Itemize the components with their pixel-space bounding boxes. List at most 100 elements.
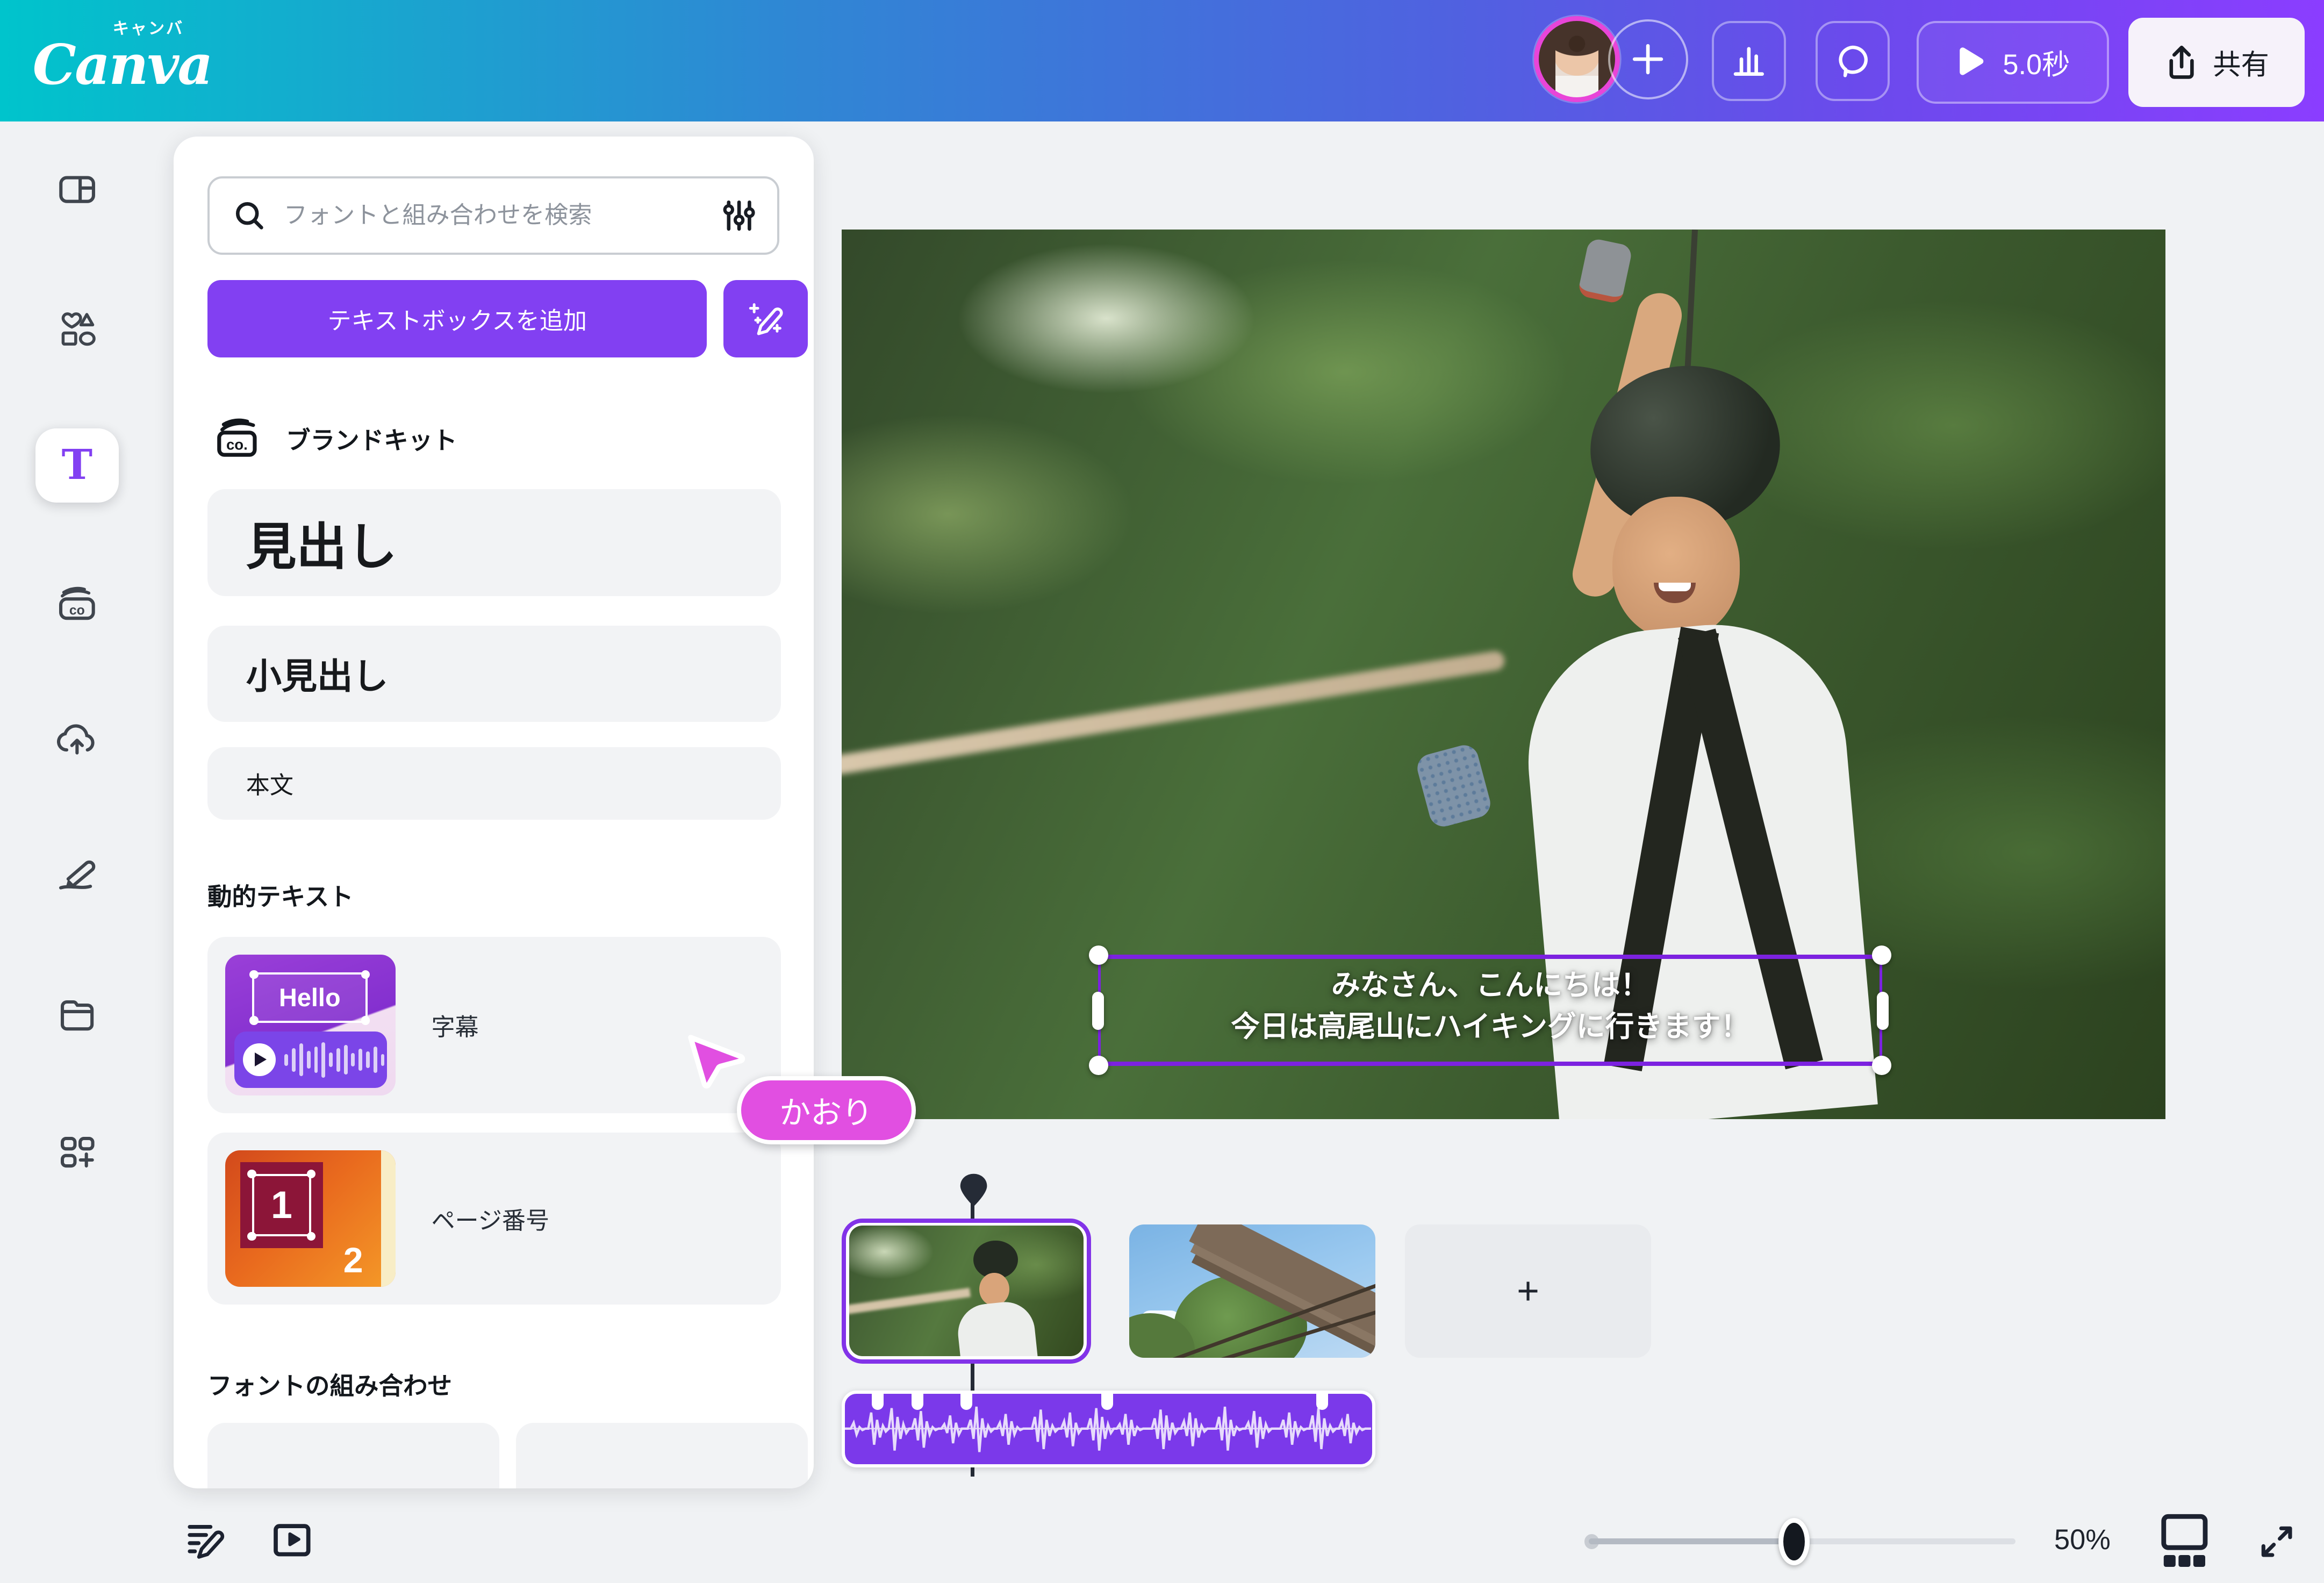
sidebar-item-draw[interactable] (35, 839, 118, 913)
subtitle-textbox[interactable]: みなさん、こんにちは！ 今日は高尾山にハイキングに行きます！ (1098, 955, 1882, 1066)
plus-icon: + (1517, 1269, 1539, 1313)
dynamic-text-item-page-numbers[interactable]: 1 2 ページ番号 (207, 1133, 781, 1305)
svg-text:co.: co. (226, 436, 248, 453)
subtitle-text: みなさん、こんにちは！ 今日は高尾山にハイキングに行きます！ (1101, 965, 1880, 1048)
sidebar-item-text[interactable]: T (35, 428, 118, 503)
sidebar: T co (0, 121, 154, 1583)
brand-kit-icon: co. (212, 413, 265, 464)
sidebar-item-projects[interactable] (35, 978, 118, 1052)
share-upload-icon (2164, 43, 2199, 82)
audio-track[interactable] (842, 1391, 1375, 1467)
face-shape (1612, 497, 1740, 639)
add-member-button[interactable] (1608, 19, 1688, 99)
brand-icon: co (55, 583, 99, 624)
add-clip-button[interactable]: + (1405, 1224, 1651, 1358)
sidebar-item-elements[interactable] (35, 292, 118, 366)
present-button[interactable] (270, 1518, 314, 1563)
brand-style-subheading-label: 小見出し (246, 648, 389, 699)
play-duration: 5.0秒 (2003, 42, 2070, 83)
sidebar-item-uploads[interactable] (35, 703, 118, 777)
magic-write-button[interactable] (723, 280, 808, 357)
avatar[interactable] (1534, 16, 1620, 102)
elements-icon (56, 309, 98, 350)
top-bar: キャンバ Canva 5.0秒 (0, 0, 2324, 121)
draw-icon (55, 855, 99, 897)
audio-bar-shape (234, 1032, 387, 1088)
clip-1-thumbnail (849, 1226, 1084, 1356)
apps-icon (56, 1133, 98, 1174)
zipline-cable-shape (842, 650, 1506, 778)
pages-view-button[interactable] (2156, 1512, 2213, 1571)
font-combinations-heading: フォントの組み合わせ (207, 1366, 452, 1402)
share-label: 共有 (2213, 42, 2269, 83)
comment-bubble-icon (1833, 41, 1872, 80)
comments-button[interactable] (1816, 21, 1890, 101)
selection-handle-right[interactable] (1877, 992, 1889, 1030)
zoom-slider-fill (1589, 1538, 1795, 1544)
page-numbers-thumbnail: 1 2 (225, 1150, 396, 1287)
sidebar-item-design[interactable] (35, 153, 118, 227)
font-combination-tile[interactable] (207, 1423, 499, 1488)
dynamic-text-heading: 動的テキスト (207, 877, 354, 913)
notes-button[interactable] (184, 1518, 228, 1563)
zoom-level[interactable]: 50% (2054, 1524, 2111, 1556)
projects-icon (56, 996, 98, 1035)
sidebar-item-apps[interactable] (35, 1116, 118, 1190)
selection-handle-top-right[interactable] (1872, 945, 1891, 965)
timeline-clip-2[interactable] (1129, 1224, 1375, 1358)
insights-button[interactable] (1712, 21, 1786, 101)
brand-style-body[interactable]: 本文 (207, 747, 781, 820)
brand-style-heading[interactable]: 見出し (207, 489, 781, 596)
collaborator-name-tag: かおり (737, 1076, 916, 1144)
subtitle-line-2: 今日は高尾山にハイキングに行きます！ (1101, 1006, 1880, 1048)
hello-sample-textbox: Hello (252, 972, 368, 1023)
brand-kit-header[interactable]: co. ブランドキット (212, 413, 457, 464)
svg-text:co: co (69, 603, 85, 618)
present-icon (270, 1518, 314, 1563)
selection-handle-left[interactable] (1092, 992, 1104, 1030)
timeline-clip-1-selected[interactable] (842, 1219, 1091, 1364)
dynamic-text-item-subtitles[interactable]: Hello 字幕 (207, 937, 781, 1113)
sidebar-item-brand[interactable]: co (35, 566, 118, 640)
pages-grid-icon (2156, 1512, 2213, 1571)
play-icon (1955, 46, 1985, 78)
text-panel: テキストボックスを追加 co. ブランドキット 見出し 小見出し 本文 動的テキ… (174, 137, 814, 1488)
notes-icon (184, 1518, 228, 1563)
add-textbox-label: テキストボックスを追加 (327, 302, 587, 336)
canva-editor: キャンバ Canva 5.0秒 (0, 0, 2324, 1583)
font-combination-tile[interactable] (516, 1423, 808, 1488)
page-numbers-label: ページ番号 (431, 1201, 549, 1236)
play-button[interactable]: 5.0秒 (1917, 21, 2109, 104)
uploads-icon (55, 720, 99, 759)
design-icon (56, 169, 98, 210)
selection-handle-bottom-left[interactable] (1089, 1056, 1108, 1075)
text-icon: T (62, 445, 92, 486)
search-input[interactable] (284, 202, 721, 229)
font-search[interactable] (207, 176, 779, 255)
brand-style-body-label: 本文 (246, 766, 293, 800)
collaborator-name: かおり (779, 1087, 873, 1133)
search-icon (233, 199, 266, 232)
brand-style-subheading[interactable]: 小見出し (207, 626, 781, 722)
subtitle-line-1: みなさん、こんにちは！ (1101, 965, 1880, 1006)
magic-write-icon (746, 299, 785, 338)
logo-wordmark: Canva (33, 33, 212, 97)
share-button[interactable]: 共有 (2128, 18, 2305, 106)
page-number-2-text: 2 (343, 1240, 363, 1281)
subtitles-thumbnail: Hello (225, 955, 396, 1095)
brand-kit-heading: ブランドキット (286, 421, 457, 456)
subtitles-label: 字幕 (431, 1008, 478, 1042)
play-circle-icon (243, 1043, 276, 1076)
zoom-slider[interactable] (1589, 1538, 2015, 1544)
hello-sample-text: Hello (279, 983, 341, 1012)
selection-handle-top-left[interactable] (1089, 945, 1108, 965)
canva-logo[interactable]: キャンバ Canva (33, 12, 225, 110)
add-textbox-button[interactable]: テキストボックスを追加 (207, 280, 707, 357)
selection-handle-bottom-right[interactable] (1872, 1056, 1891, 1075)
glove-shape (1414, 742, 1494, 829)
zoom-slider-thumb[interactable] (1778, 1518, 1810, 1565)
brand-style-heading-label: 見出し (246, 506, 397, 579)
expand-icon (2253, 1518, 2300, 1565)
filter-sliders-icon[interactable] (721, 198, 757, 233)
fullscreen-button[interactable] (2253, 1518, 2300, 1565)
